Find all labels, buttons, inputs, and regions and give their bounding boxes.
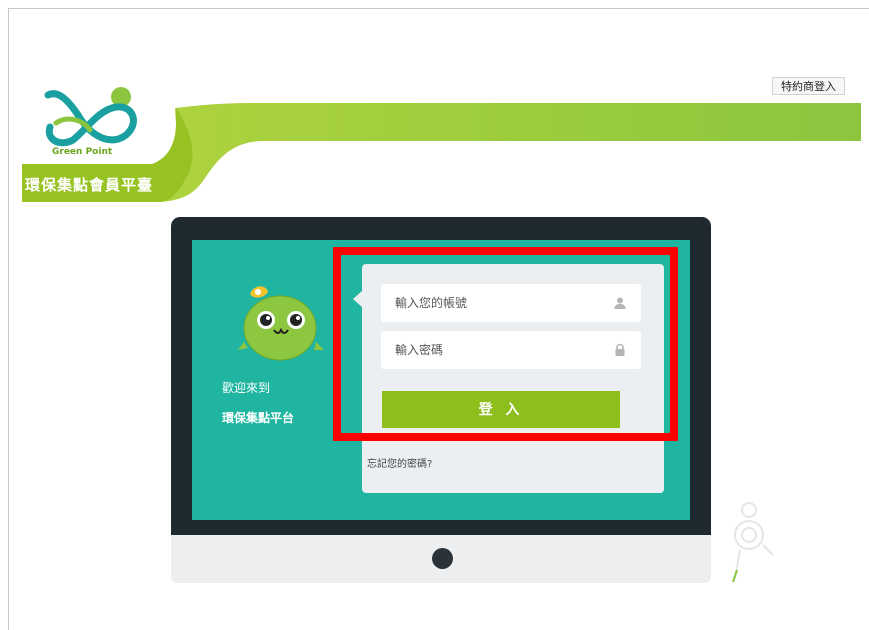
partner-login-button[interactable]: 特約商登入 (772, 77, 845, 95)
monitor-power-button (432, 548, 453, 569)
welcome-text: 歡迎來到 (222, 381, 271, 395)
login-button[interactable]: 登 入 (382, 391, 620, 428)
password-field[interactable] (381, 331, 641, 369)
platform-title: 環保集點會員平臺 (25, 176, 154, 194)
forgot-password-link[interactable]: 忘記您的密碼? (367, 455, 432, 470)
user-icon (614, 297, 626, 309)
decorative-figure (732, 502, 774, 583)
lock-icon (615, 343, 625, 356)
password-input[interactable] (393, 331, 607, 369)
mascot-icon (238, 286, 324, 361)
welcome-platform-name: 環保集點平台 (222, 411, 295, 425)
account-input[interactable] (393, 284, 607, 322)
account-field[interactable] (381, 284, 641, 322)
logo-text: Green Point (52, 147, 113, 157)
